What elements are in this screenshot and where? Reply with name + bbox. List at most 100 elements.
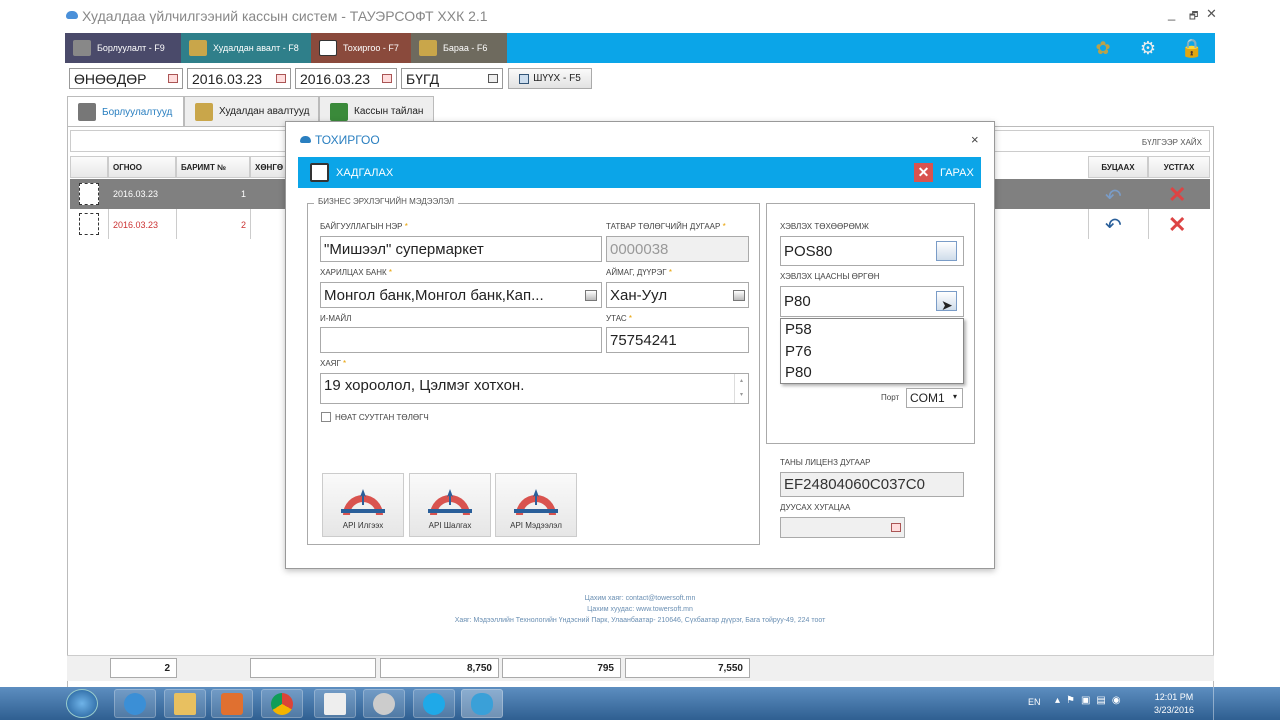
port-value: COM1 xyxy=(910,391,945,405)
tax-number-input[interactable]: 0000038 xyxy=(606,236,749,262)
boxes-icon xyxy=(419,40,437,56)
ie-icon[interactable] xyxy=(114,689,156,718)
clock-date[interactable]: 3/23/2016 xyxy=(1148,705,1200,715)
grid-header-select xyxy=(70,156,108,178)
org-name-label: БАЙГУУЛЛАГЫН НЭР * xyxy=(320,222,408,231)
email-label: И-МАЙЛ xyxy=(320,314,352,323)
nav-tab-purchase[interactable]: Худалдан авалт - F8 xyxy=(181,33,311,63)
nav-tab-settings[interactable]: Тохиргоо - F7 xyxy=(311,33,411,63)
footer-address: Хаяг: Мэдээллийн Технологийн Үндэсний Па… xyxy=(454,617,826,624)
district-label: АЙМАГ, ДҮҮРЭГ * xyxy=(606,268,672,277)
tab-sales-list[interactable]: Борлуулалтууд xyxy=(67,96,184,127)
skype-icon[interactable] xyxy=(413,689,455,718)
dialog-toolbar: ХАДГАЛАХ ✕ ГАРАХ xyxy=(298,157,981,188)
printer-lookup-icon[interactable] xyxy=(936,241,957,261)
license-input[interactable]: EF24804060C037C0 xyxy=(780,472,964,497)
business-legend: БИЗНЕС ЭРХЛЭГЧИЙН МЭДЭЭЛЭЛ xyxy=(314,197,458,206)
org-name-input[interactable]: "Мишээл" супермаркет xyxy=(320,236,602,262)
exit-icon[interactable]: ✕ xyxy=(914,163,933,182)
column-divider xyxy=(1088,209,1089,239)
vat-checkbox[interactable] xyxy=(321,412,331,422)
footer-web: Цахим хуудас: www.towersoft.mn xyxy=(587,606,693,613)
filter-button-label: ШҮҮХ - F5 xyxy=(533,73,581,84)
license-label: ТАНЫ ЛИЦЕНЗ ДУГААР xyxy=(780,458,871,467)
main-nav: Борлуулалт - F9 Худалдан авалт - F8 Тохи… xyxy=(65,33,1215,63)
restore-button[interactable]: 🗗 xyxy=(1189,9,1198,26)
tray-icons[interactable]: ▴⚑▣▤◉ xyxy=(1055,695,1127,706)
return-icon[interactable]: ↶ xyxy=(1105,184,1122,209)
email-input[interactable] xyxy=(320,327,602,353)
api-info-button[interactable]: API Мэдээлэл xyxy=(495,473,577,537)
calendar-icon[interactable] xyxy=(891,523,901,532)
dropdown-option[interactable]: P80 xyxy=(781,362,963,384)
filter-button[interactable]: ШҮҮХ - F5 xyxy=(508,68,592,89)
return-icon[interactable]: ↶ xyxy=(1105,213,1122,238)
language-indicator[interactable]: EN xyxy=(1028,697,1041,707)
translate-icon[interactable] xyxy=(363,689,405,718)
printer-value: POS80 xyxy=(784,242,833,260)
show-desktop-button[interactable] xyxy=(1213,687,1223,720)
report-icon xyxy=(330,102,348,121)
calendar-icon xyxy=(276,74,286,83)
period-select[interactable]: ӨНӨӨДӨР xyxy=(69,68,183,89)
save-button[interactable]: ХАДГАЛАХ xyxy=(336,167,393,179)
media-icon[interactable] xyxy=(211,689,253,718)
nav-tab-products[interactable]: Бараа - F6 xyxy=(411,33,507,63)
users-icon[interactable]: ✿ xyxy=(1091,37,1115,59)
chrome-icon[interactable] xyxy=(261,689,303,718)
nav-tab-sales[interactable]: Борлуулалт - F9 xyxy=(65,33,181,63)
title-bar: Худалдаа үйлчилгээний кассын систем - ТА… xyxy=(0,0,1280,33)
receipt-select-icon[interactable] xyxy=(79,213,99,235)
paper-width-select[interactable]: P80 xyxy=(780,286,964,317)
exit-button[interactable]: ГАРАХ xyxy=(940,167,974,179)
total-net: 7,550 xyxy=(625,658,750,678)
cloud-app-icon[interactable] xyxy=(461,689,503,718)
api-check-button[interactable]: API Шалгах xyxy=(409,473,491,537)
dropdown-option[interactable]: P58 xyxy=(781,319,963,341)
minimize-button[interactable]: _ xyxy=(1168,6,1175,21)
vat-checkbox-label: НӨАТ СУУТГАН ТӨЛӨГЧ xyxy=(335,413,429,422)
phone-input[interactable]: 75754241 xyxy=(606,327,749,353)
bank-select[interactable]: Монгол банк,Монгол банк,Кап... xyxy=(320,282,602,308)
grid-header-return: БУЦААХ xyxy=(1088,156,1148,178)
bank-value: Монгол банк,Монгол банк,Кап... xyxy=(324,286,544,304)
lookup-icon[interactable] xyxy=(585,290,597,301)
port-select[interactable]: COM1 ▾ xyxy=(906,388,963,408)
row-date: 2016.03.23 xyxy=(113,189,159,199)
expiry-input[interactable] xyxy=(780,517,905,538)
dropdown-option[interactable]: P76 xyxy=(781,341,963,363)
column-divider xyxy=(250,209,251,239)
calendar-app-icon[interactable] xyxy=(314,689,356,718)
save-icon[interactable] xyxy=(310,163,329,182)
address-textarea[interactable]: 19 хороолол, Цэлмэг хотхон. xyxy=(320,373,749,404)
receipt-select-icon[interactable] xyxy=(79,183,99,205)
district-value: Хан-Уул xyxy=(610,286,668,304)
explorer-icon[interactable] xyxy=(164,689,206,718)
date-from-field[interactable]: 2016.03.23 xyxy=(187,68,291,89)
gear-icon[interactable]: ⚙ xyxy=(1136,37,1160,59)
lookup-icon[interactable] xyxy=(733,290,745,301)
start-icon[interactable] xyxy=(66,689,98,718)
printer-select[interactable]: POS80 xyxy=(780,236,964,266)
dropdown-icon xyxy=(488,74,498,83)
api-check-label: API Шалгах xyxy=(428,521,472,530)
close-window-button[interactable]: ✕ xyxy=(1206,6,1217,22)
address-scrollbar[interactable]: ▴ ▾ xyxy=(734,374,748,403)
clock-time[interactable]: 12:01 PM xyxy=(1148,692,1200,702)
lock-icon[interactable]: 🔒 xyxy=(1180,37,1204,59)
delete-icon[interactable]: ✕ xyxy=(1168,182,1186,208)
paper-width-label: ХЭВЛЭХ ЦААСНЫ ӨРГӨН xyxy=(780,272,880,281)
date-to-field[interactable]: 2016.03.23 xyxy=(295,68,397,89)
dialog-close-button[interactable]: × xyxy=(971,132,979,147)
tab-label: Кассын тайлан xyxy=(354,106,424,117)
total-vat: 795 xyxy=(502,658,621,678)
tax-number-label: ТАТВАР ТӨЛӨГЧИЙН ДУГААР * xyxy=(606,222,726,231)
delete-icon[interactable]: ✕ xyxy=(1168,212,1186,238)
taskbar: EN ▴⚑▣▤◉ 12:01 PM 3/23/2016 xyxy=(0,687,1280,720)
calendar-icon xyxy=(382,74,392,83)
district-select[interactable]: Хан-Уул xyxy=(606,282,749,308)
api-logo-icon xyxy=(428,489,472,515)
api-send-button[interactable]: API Илгээх xyxy=(322,473,404,537)
cart-icon xyxy=(78,103,96,121)
status-select[interactable]: БҮГД xyxy=(401,68,503,89)
